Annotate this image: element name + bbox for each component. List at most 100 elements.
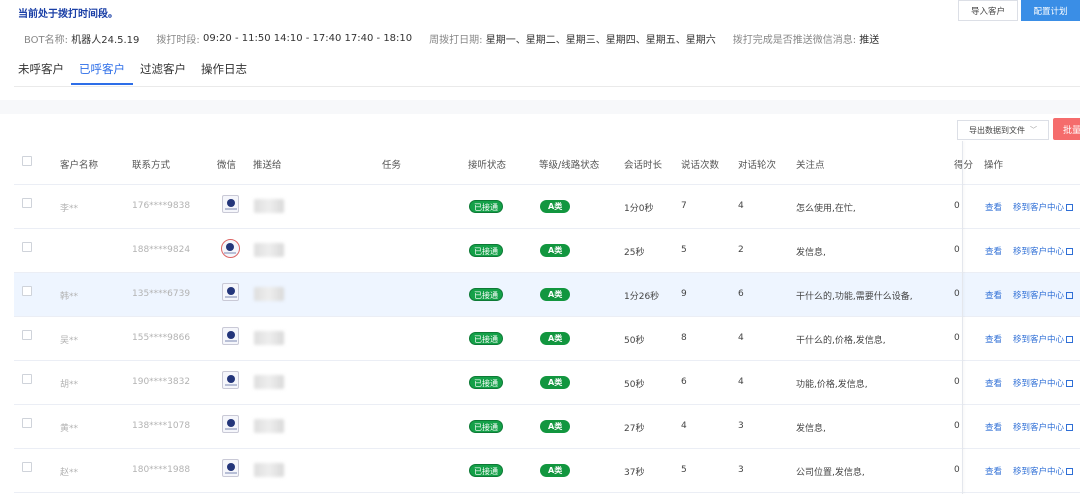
wechat-avatar-icon [222, 195, 239, 213]
call-duration: 1分0秒 [624, 204, 654, 214]
contact-number: 180****1988 [132, 465, 191, 475]
customer-name: 韩** [60, 292, 79, 302]
level-badge: A类 [540, 376, 571, 389]
wechat-avatar-icon [222, 459, 239, 477]
col-actions: 操作 [984, 160, 1004, 171]
view-link[interactable]: 查看 [985, 333, 1002, 345]
score: 0 [954, 245, 960, 255]
dialog-rounds: 3 [738, 421, 744, 431]
answer-status-badge: 已接通 [469, 376, 503, 389]
push-target-redacted [254, 199, 284, 213]
call-duration: 50秒 [624, 380, 645, 390]
table-row[interactable]: 吴** 155****9866 已接通 A类 50秒 8 4 干什么的,价格,发… [14, 317, 1080, 361]
speak-count: 9 [681, 289, 687, 299]
customer-name: 赵** [60, 468, 79, 478]
tab-filtered[interactable]: 过滤客户 [140, 61, 186, 77]
move-to-customer-center-link[interactable]: 移到客户中心 [1013, 377, 1074, 389]
call-duration: 1分26秒 [624, 292, 660, 302]
table-row[interactable]: 胡** 190****3832 已接通 A类 50秒 6 4 功能,价格,发信息… [14, 361, 1080, 405]
focus-points: 功能,价格,发信息, [796, 380, 868, 390]
push-target-redacted [254, 375, 284, 389]
row-checkbox[interactable] [22, 242, 32, 252]
dialog-rounds: 4 [738, 377, 744, 387]
view-link[interactable]: 查看 [985, 201, 1002, 213]
move-to-customer-center-link[interactable]: 移到客户中心 [1013, 289, 1074, 301]
status-title: 当前处于拨打时间段。 [18, 9, 118, 20]
view-link[interactable]: 查看 [985, 465, 1002, 477]
import-customers-button[interactable]: 导入客户 [958, 0, 1018, 21]
row-checkbox[interactable] [22, 198, 32, 208]
move-to-customer-center-link[interactable]: 移到客户中心 [1013, 421, 1074, 433]
tab-divider [14, 86, 1080, 87]
external-link-icon [1066, 424, 1074, 431]
select-all-checkbox[interactable] [22, 156, 32, 166]
focus-points: 发信息, [796, 248, 826, 258]
move-to-customer-center-link[interactable]: 移到客户中心 [1013, 333, 1074, 345]
dialog-rounds: 3 [738, 465, 744, 475]
answer-status-badge: 已接通 [469, 420, 503, 433]
table-row[interactable]: 李** 176****9838 已接通 A类 1分0秒 7 4 怎么使用,在忙,… [14, 185, 1080, 229]
wechat-avatar-icon [222, 283, 239, 301]
push-target-redacted [254, 331, 284, 345]
table-row[interactable]: 188****9824 已接通 A类 25秒 5 2 发信息, 0 查看 移到客… [14, 229, 1080, 273]
bot-name-label: BOT名称: [24, 34, 69, 46]
call-duration: 37秒 [624, 468, 645, 478]
view-link[interactable]: 查看 [985, 421, 1002, 433]
view-link[interactable]: 查看 [985, 289, 1002, 301]
speak-count: 7 [681, 201, 687, 211]
row-checkbox[interactable] [22, 330, 32, 340]
col-speak-count: 说话次数 [681, 160, 720, 171]
tab-called[interactable]: 已呼客户 [71, 61, 133, 85]
batch-button[interactable]: 批量 [1053, 118, 1080, 140]
customer-name: 李** [60, 204, 79, 214]
export-data-dropdown[interactable]: 导出数据到文件 ﹀ [957, 120, 1049, 140]
dialog-rounds: 6 [738, 289, 744, 299]
score: 0 [954, 421, 960, 431]
col-answer-status: 接听状态 [468, 160, 507, 171]
customer-name: 吴** [60, 336, 79, 346]
level-badge: A类 [540, 288, 571, 301]
table-row[interactable]: 黄** 138****1078 已接通 A类 27秒 4 3 发信息, 0 查看… [14, 405, 1080, 449]
move-to-customer-center-link[interactable]: 移到客户中心 [1013, 201, 1074, 213]
contact-number: 155****9866 [132, 333, 191, 343]
move-label: 移到客户中心 [1013, 203, 1065, 213]
score: 0 [954, 465, 960, 475]
call-time-value: 09:20 - 11:50 14:10 - 17:40 17:40 - 18:1… [202, 32, 413, 44]
view-link[interactable]: 查看 [985, 377, 1002, 389]
contact-number: 176****9838 [132, 201, 191, 211]
col-name: 客户名称 [60, 160, 99, 171]
focus-points: 干什么的,价格,发信息, [796, 336, 886, 346]
col-level: 等级/线路状态 [539, 160, 600, 171]
fixed-column-divider [962, 141, 963, 494]
chevron-down-icon: ﹀ [1030, 126, 1037, 134]
focus-points: 发信息, [796, 424, 826, 434]
config-plan-button[interactable]: 配置计划 [1021, 0, 1080, 21]
call-time-label: 拨打时段: [156, 34, 200, 46]
row-checkbox[interactable] [22, 462, 32, 472]
row-checkbox[interactable] [22, 418, 32, 428]
speak-count: 5 [681, 245, 687, 255]
tab-operation-log[interactable]: 操作日志 [201, 61, 247, 77]
row-checkbox[interactable] [22, 374, 32, 384]
external-link-icon [1066, 336, 1074, 343]
wechat-avatar-icon [221, 239, 240, 258]
move-to-customer-center-link[interactable]: 移到客户中心 [1013, 245, 1074, 257]
table-row[interactable]: 赵** 180****1988 已接通 A类 37秒 5 3 公司位置,发信息,… [14, 449, 1080, 493]
section-spacer [0, 100, 1080, 114]
move-label: 移到客户中心 [1013, 379, 1065, 389]
push-target-redacted [254, 243, 284, 257]
move-label: 移到客户中心 [1013, 335, 1065, 345]
view-link[interactable]: 查看 [985, 245, 1002, 257]
tab-uncalled[interactable]: 未呼客户 [18, 61, 64, 77]
level-badge: A类 [540, 420, 571, 433]
contact-number: 190****3832 [132, 377, 191, 387]
col-contact: 联系方式 [132, 160, 171, 171]
external-link-icon [1066, 292, 1074, 299]
move-label: 移到客户中心 [1013, 291, 1065, 301]
move-to-customer-center-link[interactable]: 移到客户中心 [1013, 465, 1074, 477]
dialog-rounds: 4 [738, 333, 744, 343]
score: 0 [954, 333, 960, 343]
table-row[interactable]: 韩** 135****6739 已接通 A类 1分26秒 9 6 干什么的,功能… [14, 273, 1080, 317]
push-wechat-value: 推送 [859, 34, 880, 46]
row-checkbox[interactable] [22, 286, 32, 296]
